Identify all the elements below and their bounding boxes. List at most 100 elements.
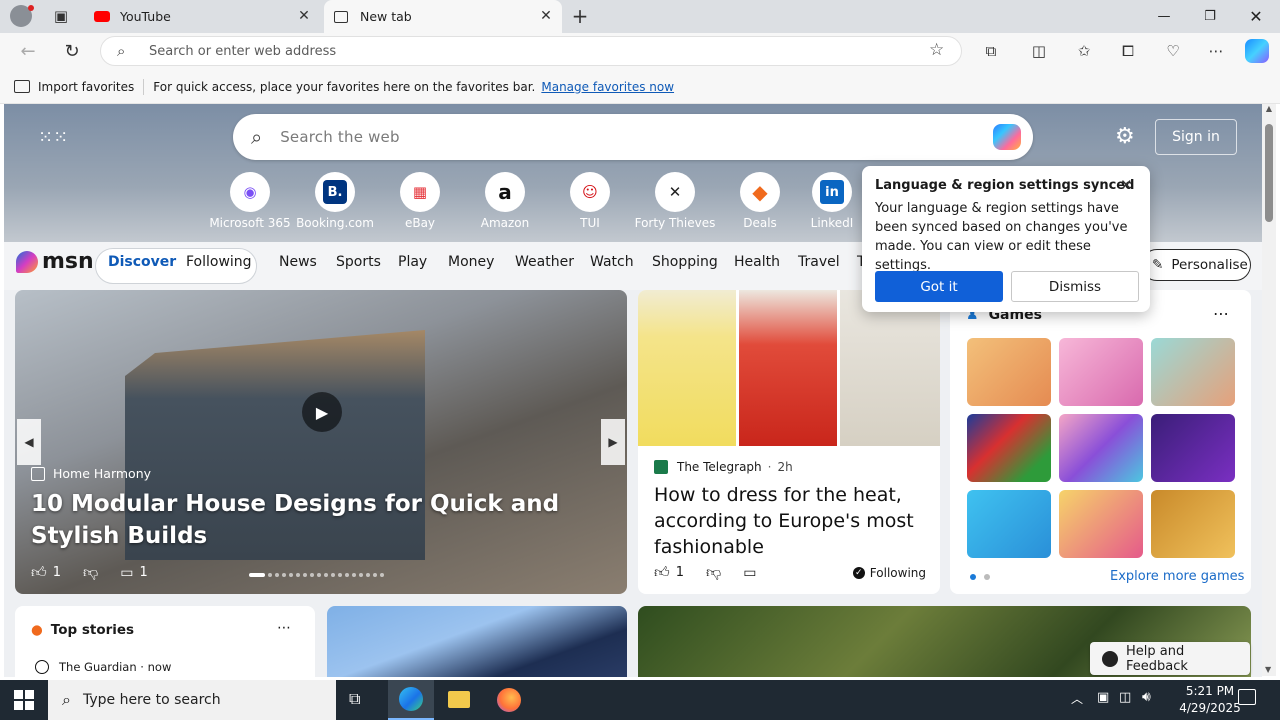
minimize-button[interactable]: — [1141, 0, 1187, 33]
task-view-icon[interactable]: ⧉ [349, 689, 360, 709]
scroll-up-icon[interactable]: ▲ [1262, 104, 1276, 118]
page-scrollbar[interactable]: ▲ ▼ [1262, 104, 1276, 676]
scrollbar-thumb[interactable] [1265, 124, 1273, 222]
carousel-prev-button[interactable]: ◀ [17, 419, 41, 465]
game-tile[interactable] [967, 490, 1051, 558]
comment-icon[interactable]: ▭ [743, 565, 756, 581]
quicklink-booking[interactable]: B. Booking.com [292, 172, 378, 230]
back-icon[interactable]: ← [13, 36, 43, 66]
tray-device-icon[interactable]: ▣ [1097, 690, 1109, 705]
games-more-icon[interactable]: ⋯ [1213, 304, 1229, 323]
tab-discover[interactable]: Discover [108, 254, 176, 270]
refresh-icon[interactable]: ↻ [57, 36, 87, 66]
quicklink-amazon[interactable]: a Amazon [462, 172, 548, 230]
quicklink-tui[interactable]: ☺ TUI [547, 172, 633, 230]
manage-favorites-link[interactable]: Manage favorites now [541, 80, 674, 94]
browser-essentials-icon[interactable]: ♡ [1158, 36, 1188, 66]
firefox-icon[interactable] [497, 688, 521, 712]
tab-new-tab[interactable]: New tab ✕ [324, 0, 562, 33]
game-tile[interactable] [1151, 338, 1235, 406]
volume-icon[interactable]: 🔊︎ [1142, 689, 1151, 705]
close-tab-icon[interactable]: ✕ [296, 8, 312, 24]
nav-travel[interactable]: Travel [798, 254, 840, 270]
tab-actions-icon[interactable]: ▣ [46, 1, 76, 31]
top-stories-more-icon[interactable]: ⋯ [277, 620, 291, 636]
dismiss-button[interactable]: Dismiss [1011, 271, 1139, 302]
dislike-icon[interactable]: 👎︎ [83, 563, 98, 582]
favorites-icon[interactable]: ✩ [1069, 36, 1099, 66]
split-screen-icon[interactable]: ◫ [1024, 36, 1054, 66]
article-title[interactable]: 10 Modular House Designs for Quick and S… [31, 488, 591, 552]
game-tile[interactable] [1059, 490, 1143, 558]
copilot-search-icon[interactable] [993, 124, 1021, 150]
personalise-button[interactable]: ✎ Personalise [1141, 249, 1251, 281]
help-feedback-button[interactable]: Help and Feedback [1090, 642, 1250, 675]
network-icon[interactable]: ◫ [1119, 690, 1131, 705]
nav-watch[interactable]: Watch [590, 254, 634, 270]
copilot-icon[interactable] [1245, 39, 1269, 63]
fashion-article-card[interactable]: The Telegraph · 2h How to dress for the … [638, 290, 940, 594]
quicklink-linkedin[interactable]: in LinkedI [802, 172, 862, 230]
quicklink-forty-thieves[interactable]: ✕ Forty Thieves [632, 172, 718, 230]
nav-news[interactable]: News [279, 254, 317, 270]
nav-sports[interactable]: Sports [336, 254, 381, 270]
play-video-icon[interactable]: ▶ [302, 392, 342, 432]
quicklink-ebay[interactable]: ▦ eBay [377, 172, 463, 230]
web-search-box[interactable]: ⌕ Search the web [233, 114, 1033, 160]
sign-in-button[interactable]: Sign in [1155, 119, 1237, 155]
favorite-star-icon[interactable]: ☆ [929, 40, 944, 60]
collections-icon[interactable]: ⧠ [1113, 36, 1143, 66]
extensions-icon[interactable]: ⧉ [976, 36, 1006, 66]
dislike-icon[interactable]: 👎︎ [706, 563, 721, 582]
following-badge: ✓ Following [852, 566, 926, 580]
address-bar[interactable]: ⌕ Search or enter web address ☆ [100, 36, 962, 66]
reaction-row: 👍︎ 1 👎︎ ▭ ✓ Following [654, 563, 926, 582]
favorites-divider [143, 78, 145, 95]
taskbar-search[interactable]: ⌕ Type here to search [48, 680, 336, 720]
tab-youtube[interactable]: YouTube ✕ [84, 0, 320, 33]
edge-taskbar-icon[interactable] [388, 680, 434, 720]
game-tile[interactable] [967, 338, 1051, 406]
nav-play[interactable]: Play [398, 254, 427, 270]
import-favorites-icon[interactable] [14, 80, 30, 93]
notifications-icon[interactable] [1238, 689, 1256, 705]
solar-panel-image[interactable] [327, 606, 627, 677]
windows-start-icon[interactable] [14, 690, 34, 710]
carousel-next-button[interactable]: ▶ [601, 419, 625, 465]
popup-close-icon[interactable]: ✕ [1120, 176, 1133, 194]
restore-button[interactable]: ❐ [1187, 0, 1233, 33]
tray-chevron-icon[interactable]: ︿ [1071, 690, 1083, 707]
nav-money[interactable]: Money [448, 254, 494, 270]
apps-grid-icon[interactable]: ⁙⁙ [38, 128, 68, 148]
like-icon[interactable]: 👍︎ [31, 563, 47, 582]
like-icon[interactable]: 👍︎ [654, 563, 670, 582]
top-stories-header: ● Top stories [31, 622, 134, 638]
close-window-button[interactable]: ✕ [1233, 0, 1279, 33]
game-tile[interactable] [1059, 338, 1143, 406]
featured-article-card[interactable]: ◀ ▶ ▶ Home Harmony 10 Modular House Desi… [15, 290, 627, 594]
new-tab-plus-icon[interactable]: + [565, 1, 595, 31]
settings-gear-icon[interactable]: ⚙ [1115, 124, 1135, 149]
nav-shopping[interactable]: Shopping [652, 254, 718, 270]
article-title[interactable]: How to dress for the heat, according to … [654, 482, 926, 560]
nav-weather[interactable]: Weather [515, 254, 574, 270]
import-favorites-label[interactable]: Import favorites [38, 80, 134, 94]
quicklink-deals[interactable]: ◆ Deals [717, 172, 803, 230]
nav-health[interactable]: Health [734, 254, 780, 270]
more-menu-icon[interactable]: ⋯ [1201, 36, 1231, 66]
explore-more-games-link[interactable]: Explore more games [1110, 569, 1244, 584]
game-tile[interactable] [967, 414, 1051, 482]
got-it-button[interactable]: Got it [875, 271, 1003, 302]
file-explorer-icon[interactable] [448, 691, 470, 708]
web-search-placeholder: Search the web [280, 128, 400, 146]
game-tile[interactable] [1059, 414, 1143, 482]
close-tab-icon[interactable]: ✕ [538, 8, 554, 24]
game-tile[interactable] [1151, 490, 1235, 558]
tab-following[interactable]: Following [186, 254, 252, 270]
game-tile[interactable] [1151, 414, 1235, 482]
quicklink-microsoft365[interactable]: ◉ Microsoft 365 [207, 172, 293, 230]
comment-icon[interactable]: ▭ [120, 565, 133, 581]
msn-logo[interactable]: msn [16, 249, 94, 274]
scroll-down-icon[interactable]: ▼ [1265, 665, 1271, 674]
telegraph-icon [654, 460, 668, 474]
